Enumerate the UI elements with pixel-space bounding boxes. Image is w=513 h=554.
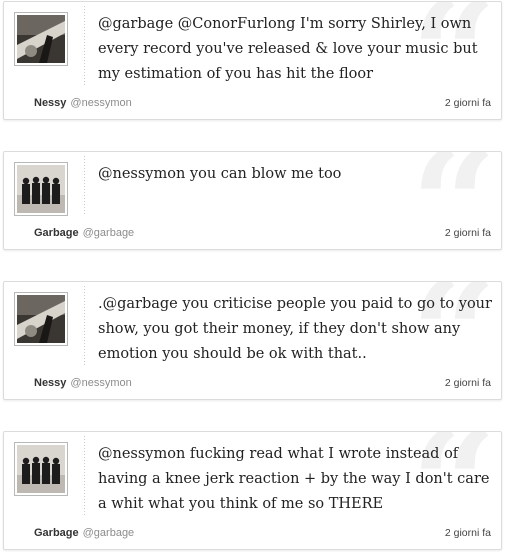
author-handle[interactable]: @nessymon — [70, 377, 131, 389]
tweet-card: “ @nessymon fucking read what I wrote in… — [3, 431, 502, 550]
tweet-card: “ @garbage @ConorFurlong I'm sorry Shirl… — [3, 1, 502, 120]
timestamp[interactable]: 2 giorni fa — [445, 376, 491, 390]
tweet-text: @nessymon fucking read what I wrote inst… — [98, 446, 490, 512]
tweet-card: “ @nessymon you can blow me too Garbage @… — [3, 151, 502, 250]
avatar[interactable] — [14, 12, 68, 66]
timestamp[interactable]: 2 giorni fa — [445, 226, 491, 240]
divider — [84, 286, 85, 366]
timestamp[interactable]: 2 giorni fa — [445, 526, 491, 540]
author-handle[interactable]: @garbage — [83, 527, 135, 539]
garbage-band-avatar-image-icon — [17, 165, 65, 213]
tweet-meta: Nessy @nessymon 2 giorni fa — [34, 96, 491, 110]
tweet-meta: Garbage @garbage 2 giorni fa — [34, 226, 491, 240]
author-name[interactable]: Garbage — [34, 227, 79, 239]
garbage-band-avatar-image-icon — [17, 445, 65, 493]
divider — [84, 6, 85, 86]
divider — [84, 436, 85, 516]
author-handle[interactable]: @nessymon — [70, 97, 131, 109]
tweet-text: @garbage @ConorFurlong I'm sorry Shirley… — [98, 16, 478, 82]
tweet-meta: Nessy @nessymon 2 giorni fa — [34, 376, 491, 390]
tweet-text: .@garbage you criticise people you paid … — [98, 296, 492, 362]
divider — [84, 156, 85, 214]
avatar[interactable] — [14, 162, 68, 216]
nessy-avatar-image-icon — [17, 295, 65, 343]
avatar[interactable] — [14, 292, 68, 346]
avatar[interactable] — [14, 442, 68, 496]
nessy-avatar-image-icon — [17, 15, 65, 63]
author-name[interactable]: Nessy — [34, 377, 66, 389]
tweet-card: “ .@garbage you criticise people you pai… — [3, 281, 502, 400]
author-handle[interactable]: @garbage — [83, 227, 135, 239]
tweet-text: @nessymon you can blow me too — [98, 166, 342, 182]
timestamp[interactable]: 2 giorni fa — [445, 96, 491, 110]
author-name[interactable]: Garbage — [34, 527, 79, 539]
tweet-meta: Garbage @garbage 2 giorni fa — [34, 526, 491, 540]
author-name[interactable]: Nessy — [34, 97, 66, 109]
